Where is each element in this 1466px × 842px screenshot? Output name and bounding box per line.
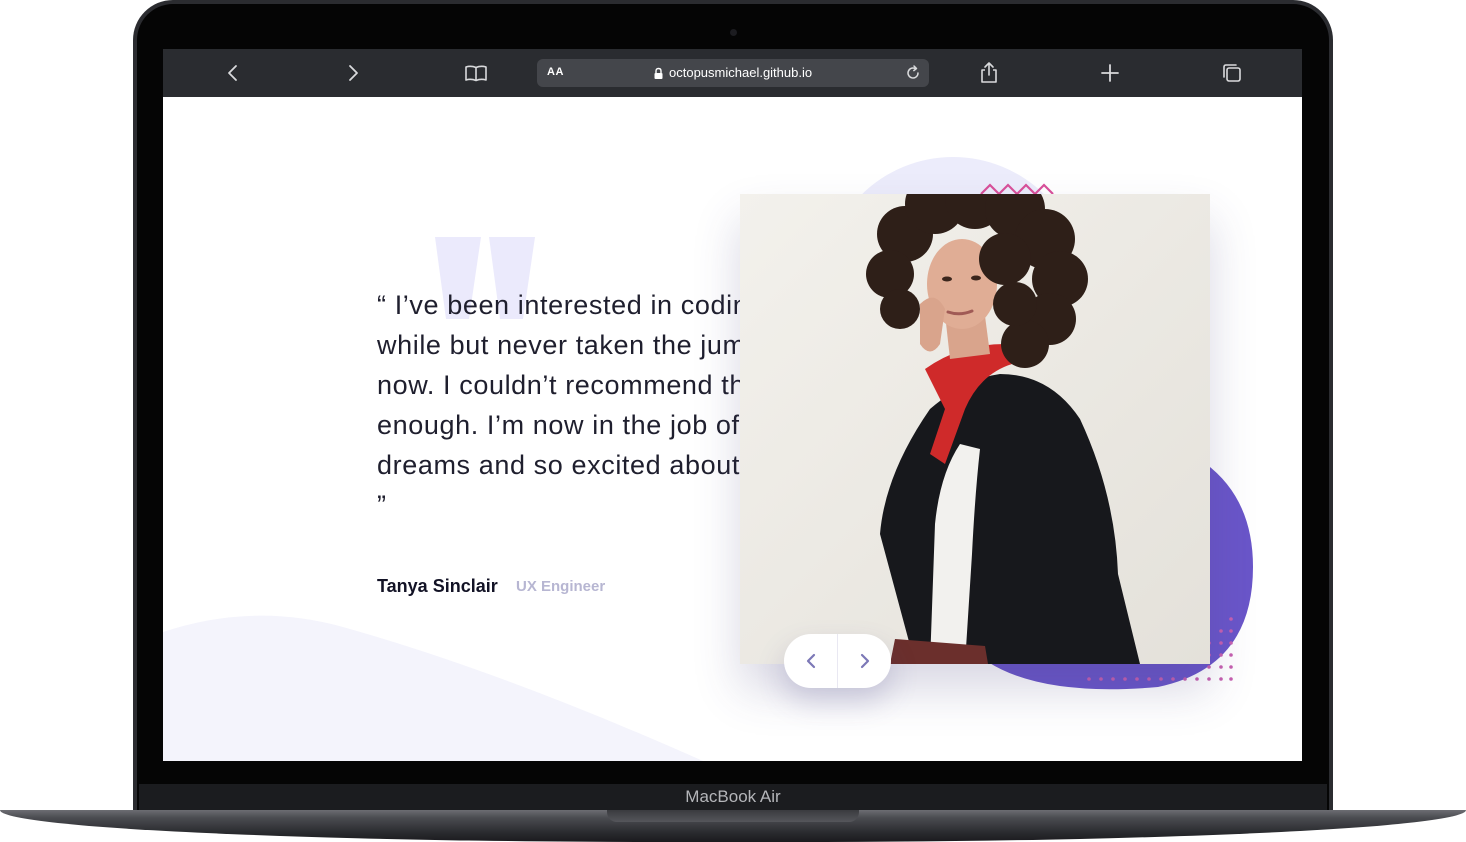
testimonial-photo xyxy=(740,194,1210,664)
previous-slide-button[interactable] xyxy=(784,634,837,688)
bookmarks-button[interactable] xyxy=(463,60,489,86)
chevron-right-icon xyxy=(860,653,869,669)
plus-icon xyxy=(1101,64,1119,82)
address-bar[interactable]: AA octopusmichael.github.io xyxy=(537,59,929,87)
reload-icon[interactable] xyxy=(904,64,922,82)
share-button[interactable] xyxy=(976,60,1002,86)
forward-button[interactable] xyxy=(340,60,366,86)
testimonial-section: “ I’ve been interested in coding for a w… xyxy=(163,97,1302,761)
chevron-right-icon xyxy=(349,65,358,81)
chevron-left-icon xyxy=(806,653,815,669)
tabs-icon xyxy=(1223,64,1241,82)
device-screen: AA octopusmichael.github.io “ I’ve been … xyxy=(163,49,1302,761)
text-size-button[interactable]: AA xyxy=(547,66,564,78)
url-text: octopusmichael.github.io xyxy=(669,65,813,80)
tabs-button[interactable] xyxy=(1219,60,1245,86)
laptop-hinge-notch xyxy=(607,810,859,822)
share-icon xyxy=(981,62,997,83)
book-icon xyxy=(465,65,487,82)
chevron-left-icon xyxy=(228,65,237,81)
author-role: UX Engineer xyxy=(516,578,606,595)
new-tab-button[interactable] xyxy=(1097,60,1123,86)
camera-dot xyxy=(730,29,737,36)
lock-icon xyxy=(654,67,663,79)
author-name: Tanya Sinclair xyxy=(377,576,498,596)
browser-toolbar: AA octopusmichael.github.io xyxy=(163,49,1302,97)
back-button[interactable] xyxy=(220,60,246,86)
next-slide-button[interactable] xyxy=(838,634,891,688)
slider-controls xyxy=(784,634,891,688)
portrait-illustration xyxy=(740,194,1210,664)
model-label: MacBook Air xyxy=(685,787,781,806)
